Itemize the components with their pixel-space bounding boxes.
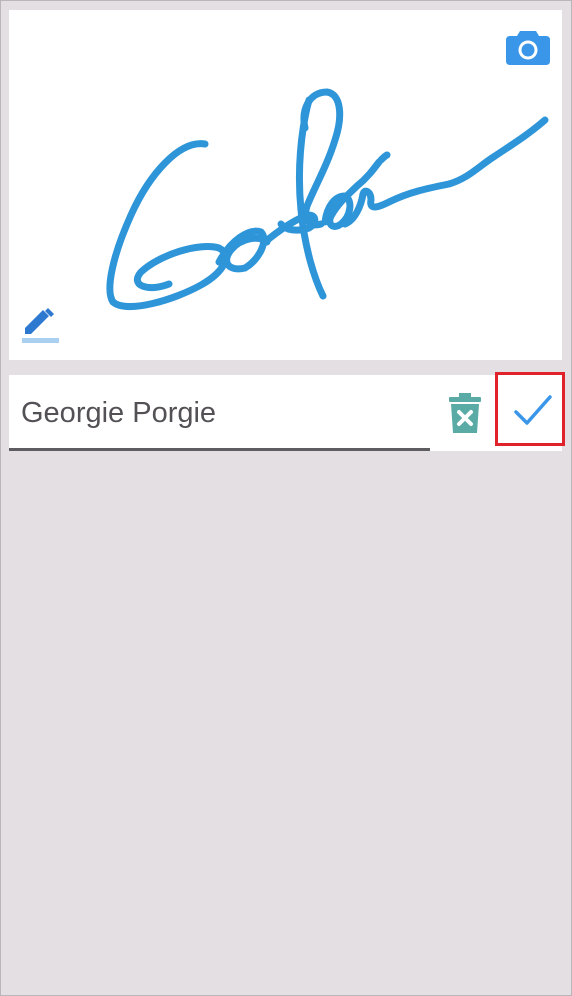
camera-button[interactable] <box>506 27 550 65</box>
signer-name-row <box>9 372 565 451</box>
checkmark-icon <box>514 395 552 425</box>
confirm-signature-button[interactable] <box>495 372 565 446</box>
signature-drawing <box>106 88 549 310</box>
app-frame <box>0 0 572 996</box>
signature-pad[interactable] <box>9 10 562 360</box>
camera-icon <box>506 31 550 65</box>
pen-active-indicator <box>22 338 59 343</box>
pen-icon <box>25 308 54 334</box>
delete-signature-button[interactable] <box>449 393 491 435</box>
trash-x-icon <box>449 393 481 433</box>
signer-name-field <box>9 375 430 451</box>
signer-name-input[interactable] <box>21 393 421 433</box>
